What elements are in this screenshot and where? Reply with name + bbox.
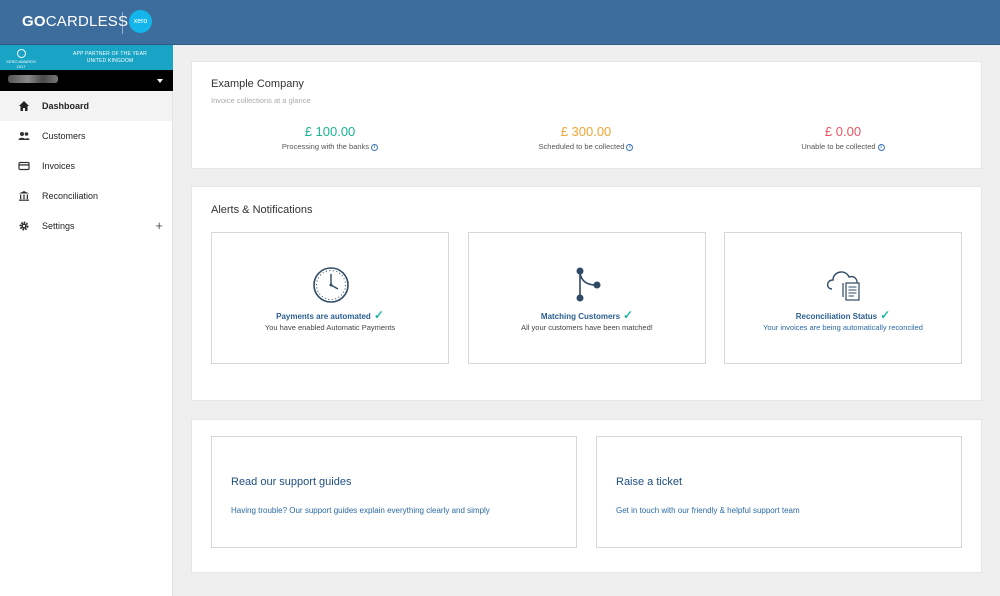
branch-icon (576, 267, 601, 302)
support-guides-text: Having trouble? Our support guides expla… (231, 506, 490, 515)
alert-heading: Matching Customers ✓ (540, 308, 634, 322)
clock-icon (313, 267, 349, 303)
support-card: Read our support guides Having trouble? … (192, 420, 981, 572)
info-icon[interactable]: i (626, 143, 634, 151)
account-name-redacted (8, 75, 58, 83)
info-icon[interactable]: i (877, 143, 885, 151)
check-icon: ✓ (373, 308, 384, 322)
stat-caption: Processing with the banks i (230, 142, 430, 151)
alert-description: Your invoices are being automatically re… (763, 323, 923, 332)
stat-unable: £ 0.00 Unable to be collected i (743, 124, 943, 151)
medal-icon (16, 49, 26, 58)
sidebar-item-label: Dashboard (42, 101, 90, 111)
award-text: APP PARTNER OF THE YEAR UNITED KINGDOM (73, 51, 147, 64)
award-badge: XERO AWARDS 2017 (6, 49, 36, 69)
stat-caption: Unable to be collected i (743, 142, 943, 151)
raise-ticket-heading[interactable]: Raise a ticket (616, 476, 682, 488)
stat-amount: £ 300.00 (560, 124, 612, 139)
alert-tile-reconciliation[interactable]: Reconciliation Status ✓ Your invoices are… (724, 232, 962, 364)
sidebar-item-invoices[interactable]: Invoices (0, 151, 172, 181)
gear-icon (19, 221, 29, 231)
stat-amount: £ 0.00 (824, 124, 862, 139)
logo-divider (122, 12, 123, 34)
alerts-card: Alerts & Notifications Payments are auto… (192, 187, 981, 400)
home-icon (19, 101, 29, 111)
alert-description: All your customers have been matched! (521, 323, 653, 332)
raise-ticket-box[interactable]: Raise a ticket Get in touch with our fri… (596, 436, 962, 548)
sidebar-item-customers[interactable]: Customers (0, 121, 172, 151)
info-icon[interactable]: i (371, 143, 379, 151)
sidebar-item-label: Reconciliation (42, 191, 99, 201)
gocardless-logo[interactable]: GOCARDLESS (22, 13, 128, 30)
check-icon: ✓ (880, 308, 891, 322)
alert-description: You have enabled Automatic Payments (264, 323, 396, 332)
cloud-document-icon (826, 271, 860, 301)
company-name: Example Company (211, 78, 304, 90)
award-banner: XERO AWARDS 2017 APP PARTNER OF THE YEAR… (0, 45, 173, 70)
sidebar-item-label: Customers (42, 131, 86, 141)
people-icon (18, 132, 30, 140)
sidebar-item-reconciliation[interactable]: Reconciliation (0, 181, 172, 211)
support-guides-box[interactable]: Read our support guides Having trouble? … (211, 436, 577, 548)
stat-amount: £ 100.00 (304, 124, 356, 139)
stat-processing: £ 100.00 Processing with the banks i (230, 124, 430, 151)
support-guides-heading[interactable]: Read our support guides (231, 476, 351, 488)
alert-tile-matching[interactable]: Matching Customers ✓ All your customers h… (468, 232, 706, 364)
xero-logo: xero (129, 10, 152, 33)
sidebar-item-settings[interactable]: Settings + (0, 211, 172, 241)
alert-heading: Reconciliation Status ✓ (795, 308, 891, 322)
top-bar: GOCARDLESS xero (0, 0, 1000, 45)
sidebar: XERO AWARDS 2017 APP PARTNER OF THE YEAR… (0, 45, 173, 596)
alerts-title: Alerts & Notifications (211, 204, 313, 216)
sidebar-item-label: Invoices (42, 161, 76, 171)
collections-overview-card: Example Company Invoice collections at a… (192, 62, 981, 168)
card-icon (18, 161, 30, 171)
caret-down-icon (157, 79, 163, 83)
expand-plus-icon[interactable]: + (155, 218, 163, 233)
bank-icon (19, 191, 29, 201)
sidebar-item-label: Settings (42, 221, 75, 231)
raise-ticket-text: Get in touch with our friendly & helpful… (616, 506, 800, 515)
stat-caption: Scheduled to be collected i (486, 142, 686, 151)
check-icon: ✓ (623, 308, 634, 322)
stat-scheduled: £ 300.00 Scheduled to be collected i (486, 124, 686, 151)
overview-subtitle: Invoice collections at a glance (211, 96, 311, 105)
account-switcher[interactable] (0, 70, 173, 91)
sidebar-nav: Dashboard Customers Invoices Reconciliat… (0, 91, 172, 241)
alert-tile-payments[interactable]: Payments are automated ✓ You have enabled… (211, 232, 449, 364)
sidebar-item-dashboard[interactable]: Dashboard (0, 91, 172, 121)
alert-heading: Payments are automated ✓ (276, 308, 384, 322)
